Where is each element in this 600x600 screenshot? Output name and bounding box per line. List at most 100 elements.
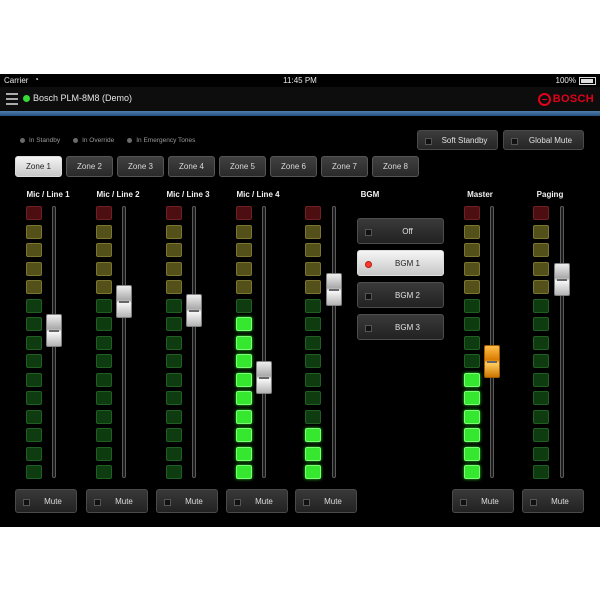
meter-segment bbox=[96, 372, 112, 387]
bgm-option-button[interactable]: BGM 1 bbox=[357, 250, 444, 276]
meter-segment bbox=[96, 280, 112, 294]
bosch-logo: BOSCH bbox=[537, 91, 594, 107]
connection-status-icon bbox=[23, 95, 30, 102]
button-led-icon bbox=[511, 138, 518, 145]
meter-segment bbox=[305, 317, 321, 331]
meter-segment bbox=[533, 317, 549, 331]
meter-segment bbox=[305, 372, 321, 387]
meter-segment bbox=[26, 354, 42, 368]
meter-segment bbox=[166, 317, 182, 331]
bgm-option-button[interactable]: BGM 2 bbox=[357, 282, 444, 308]
meter-segment bbox=[305, 391, 321, 405]
tab-zone-1[interactable]: Zone 1 bbox=[15, 156, 62, 177]
fader-track[interactable] bbox=[490, 206, 494, 478]
mute-label: Mute bbox=[115, 497, 133, 506]
meter-segment bbox=[464, 280, 480, 294]
meter-segment bbox=[236, 224, 252, 239]
mute-label: Mute bbox=[324, 497, 342, 506]
meter-segment bbox=[96, 391, 112, 405]
channel-label: Mic / Line 1 bbox=[26, 190, 70, 199]
meter-segment bbox=[166, 280, 182, 294]
mute-button[interactable]: Mute bbox=[295, 489, 357, 513]
meter-segment bbox=[96, 465, 112, 479]
channel-label: Paging bbox=[536, 190, 564, 199]
tab-zone-3[interactable]: Zone 3 bbox=[117, 156, 164, 177]
button-led-icon bbox=[460, 499, 467, 506]
meter-segment bbox=[166, 243, 182, 257]
bgm-option-label: BGM 3 bbox=[395, 323, 420, 332]
fader-track[interactable] bbox=[332, 206, 336, 478]
tab-zone-6[interactable]: Zone 6 bbox=[270, 156, 317, 177]
meter-segment bbox=[533, 428, 549, 442]
fader-handle[interactable] bbox=[256, 361, 272, 395]
fader-handle[interactable] bbox=[46, 313, 62, 347]
fader-handle[interactable] bbox=[326, 272, 342, 306]
tab-zone-5[interactable]: Zone 5 bbox=[219, 156, 266, 177]
meter-segment bbox=[96, 428, 112, 442]
state-indicators: In Standby In Override In Emergency Tone… bbox=[20, 134, 208, 146]
battery-percent: 100% bbox=[555, 76, 576, 85]
button-led-icon bbox=[365, 325, 372, 332]
meter-segment bbox=[464, 428, 480, 442]
bgm-option-button[interactable]: Off bbox=[357, 218, 444, 244]
mute-button[interactable]: Mute bbox=[522, 489, 584, 513]
meter-segment bbox=[533, 224, 549, 239]
fader-handle[interactable] bbox=[186, 294, 202, 328]
meter-segment bbox=[533, 280, 549, 294]
meter-segment bbox=[96, 335, 112, 350]
meter-segment bbox=[533, 354, 549, 368]
tab-zone-4[interactable]: Zone 4 bbox=[168, 156, 215, 177]
fader-track[interactable] bbox=[122, 206, 126, 478]
fader-handle[interactable] bbox=[484, 344, 500, 378]
fader-track[interactable] bbox=[262, 206, 266, 478]
meter-segment bbox=[166, 354, 182, 368]
nav-bar: Bosch PLM-8M8 (Demo) BOSCH bbox=[0, 87, 600, 111]
meter-segment bbox=[96, 298, 112, 313]
mute-button[interactable]: Mute bbox=[15, 489, 77, 513]
bgm-option-button[interactable]: BGM 3 bbox=[357, 314, 444, 340]
fader-handle[interactable] bbox=[116, 284, 132, 318]
button-led-icon bbox=[365, 229, 372, 236]
meter-segment bbox=[305, 354, 321, 368]
meter-segment bbox=[96, 206, 112, 220]
global-mute-button[interactable]: Global Mute bbox=[503, 130, 584, 150]
tab-zone-2[interactable]: Zone 2 bbox=[66, 156, 113, 177]
fader-track[interactable] bbox=[192, 206, 196, 478]
menu-icon[interactable] bbox=[6, 93, 18, 105]
meter-segment bbox=[26, 280, 42, 294]
meter-segment bbox=[305, 206, 321, 220]
fader-track[interactable] bbox=[560, 206, 564, 478]
meter-segment bbox=[26, 465, 42, 479]
fader-handle[interactable] bbox=[554, 263, 570, 297]
meter-segment bbox=[26, 224, 42, 239]
mute-button[interactable]: Mute bbox=[156, 489, 218, 513]
meter-segment bbox=[464, 354, 480, 368]
meter-segment bbox=[236, 335, 252, 350]
app-screen: Carrier ◔ 11:45 PM 100% Bosch PLM-8M8 (D… bbox=[0, 74, 600, 527]
zone-tabs: Zone 1 Zone 2 Zone 3 Zone 4 Zone 5 Zone … bbox=[15, 156, 423, 177]
meter-segment bbox=[236, 317, 252, 331]
meter-segment bbox=[96, 261, 112, 276]
mute-button[interactable]: Mute bbox=[86, 489, 148, 513]
meter-segment bbox=[166, 224, 182, 239]
status-bar: Carrier ◔ 11:45 PM 100% bbox=[0, 74, 600, 87]
button-led-icon bbox=[94, 499, 101, 506]
meter-segment bbox=[464, 298, 480, 313]
meter-segment bbox=[533, 243, 549, 257]
mute-button[interactable]: Mute bbox=[226, 489, 288, 513]
meter-segment bbox=[305, 243, 321, 257]
meter-segment bbox=[305, 428, 321, 442]
meter-segment bbox=[533, 446, 549, 461]
indicator-label: In Emergency Tones bbox=[136, 136, 196, 144]
tab-zone-7[interactable]: Zone 7 bbox=[321, 156, 368, 177]
mute-button[interactable]: Mute bbox=[452, 489, 514, 513]
meter-segment bbox=[96, 446, 112, 461]
meter-segment bbox=[464, 206, 480, 220]
meter-segment bbox=[166, 372, 182, 387]
indicator-label: In Override bbox=[82, 136, 115, 144]
meter-segment bbox=[236, 206, 252, 220]
tab-zone-8[interactable]: Zone 8 bbox=[372, 156, 419, 177]
meter-segment bbox=[166, 335, 182, 350]
soft-standby-button[interactable]: Soft Standby bbox=[417, 130, 498, 150]
meter-segment bbox=[236, 280, 252, 294]
